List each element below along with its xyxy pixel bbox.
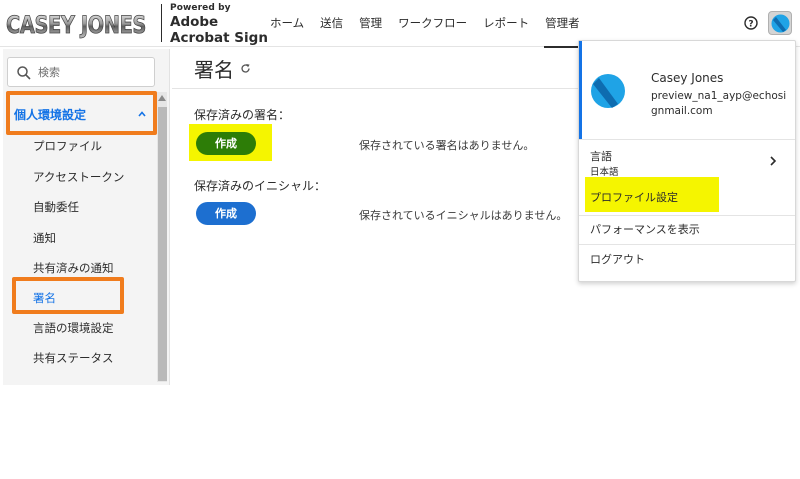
adobe-acrobat-sign-brand: Powered by Adobe Acrobat Sign <box>170 3 268 46</box>
sidebar-item-profile[interactable]: プロファイル <box>33 138 102 154</box>
nav-manage[interactable]: 管理 <box>351 0 390 47</box>
scroll-up-arrow-icon[interactable] <box>158 95 166 101</box>
powered-by-text: Powered by <box>170 3 231 13</box>
language-value: 日本語 <box>590 167 619 178</box>
nav-home[interactable]: ホーム <box>262 0 312 47</box>
brand-line-1: Adobe <box>170 14 219 30</box>
logo-graphic: CASEY JONES <box>6 11 147 40</box>
annotation-box-section <box>6 91 157 135</box>
avatar-button[interactable] <box>768 11 792 35</box>
sidebar-scrollbar-thumb[interactable] <box>158 107 167 381</box>
nav-reports[interactable]: レポート <box>475 0 537 47</box>
user-email: preview_na1_ayp@echosignmail.com <box>651 90 787 117</box>
user-menu-dropdown: Casey Jones preview_na1_ayp@echosignmail… <box>578 40 796 282</box>
create-initials-button[interactable]: 作成 <box>196 202 256 225</box>
no-saved-initials-text: 保存されているイニシャルはありません。 <box>359 209 568 222</box>
show-performance-menu-item[interactable]: パフォーマンスを表示 <box>590 221 700 237</box>
menu-divider <box>579 139 795 140</box>
language-label[interactable]: 言語 <box>590 148 612 164</box>
sidebar-item-sharing-status[interactable]: 共有ステータス <box>33 350 114 366</box>
menu-divider <box>579 244 795 245</box>
sidebar-item-language-settings[interactable]: 言語の環境設定 <box>33 320 114 336</box>
user-card-accent <box>579 41 582 139</box>
user-avatar-icon <box>591 74 625 108</box>
svg-text:?: ? <box>748 20 753 30</box>
sidebar-item-shared-notifications[interactable]: 共有済みの通知 <box>33 260 114 276</box>
saved-initials-label: 保存済みのイニシャル： <box>194 179 327 193</box>
profile-settings-menu-item[interactable]: プロファイル設定 <box>590 189 678 205</box>
svg-text:CASEY JONES: CASEY JONES <box>6 11 146 39</box>
nav-send[interactable]: 送信 <box>312 0 351 47</box>
nav-workflows[interactable]: ワークフロー <box>390 0 475 47</box>
sidebar-item-auto-delegation[interactable]: 自動委任 <box>33 199 79 215</box>
search-input[interactable] <box>38 63 148 81</box>
sidebar-item-notifications[interactable]: 通知 <box>33 230 56 246</box>
no-saved-signature-text: 保存されている署名はありません。 <box>359 139 535 152</box>
menu-divider <box>579 215 795 216</box>
title-divider <box>172 88 602 89</box>
casey-jones-logo[interactable]: CASEY JONES <box>5 5 148 41</box>
main-nav: ホーム 送信 管理 ワークフロー レポート 管理者 <box>262 0 588 48</box>
avatar-icon <box>771 14 790 33</box>
create-signature-button[interactable]: 作成 <box>196 132 256 155</box>
logout-menu-item[interactable]: ログアウト <box>590 251 645 267</box>
sidebar-item-access-tokens[interactable]: アクセストークン <box>33 169 124 185</box>
chevron-right-icon[interactable] <box>769 156 777 166</box>
brand-line-2: Acrobat Sign <box>170 30 268 46</box>
search-field[interactable] <box>7 57 155 87</box>
user-name: Casey Jones <box>651 71 724 85</box>
annotation-box-signatures <box>12 277 124 314</box>
search-icon <box>17 66 31 80</box>
saved-signature-label: 保存済みの署名： <box>194 108 291 122</box>
help-icon[interactable]: ? <box>744 16 758 30</box>
page-title: 署名 <box>194 58 234 82</box>
logo-divider <box>161 4 162 42</box>
refresh-icon[interactable] <box>240 63 251 74</box>
